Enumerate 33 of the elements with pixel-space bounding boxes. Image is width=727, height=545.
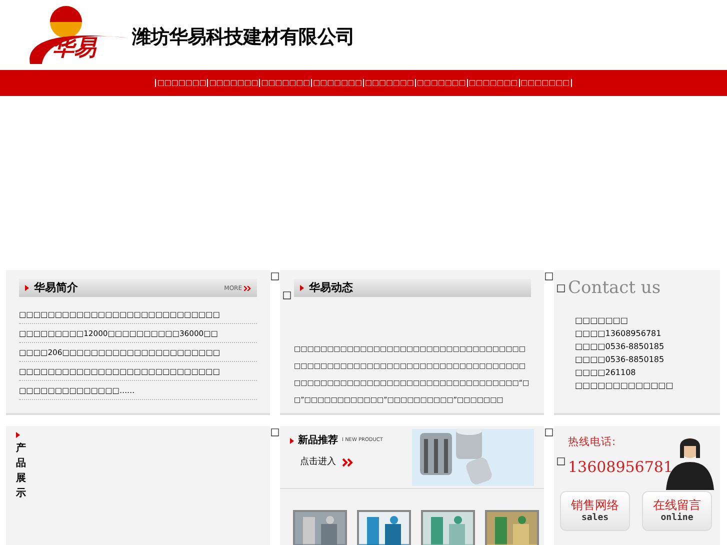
products-title-char: 展: [16, 472, 26, 486]
panel-title: 新品推荐: [298, 433, 338, 448]
glyph-mark: □: [544, 272, 554, 282]
contact-line: □□□□13608956781: [575, 328, 662, 340]
panel-title: 华易简介: [34, 280, 78, 296]
enter-link[interactable]: 点击进入: [300, 456, 412, 470]
contact-line: □□□□□□□: [575, 315, 629, 327]
company-name: 潍坊华易科技建材有限公司: [132, 24, 354, 50]
contact-line: □□□□0536-8850185: [575, 354, 666, 366]
contact-line: □□□□261108: [575, 367, 637, 379]
glyph-mark: □: [556, 457, 566, 467]
products-title-char: 示: [16, 487, 26, 501]
double-chevron-icon: [244, 286, 251, 290]
glyph-mark: □: [270, 272, 280, 282]
contact-line: □□□□□□□□□□□□□: [575, 380, 674, 392]
triangle-icon: [16, 432, 20, 438]
glyph-mark: □: [282, 291, 292, 303]
glyph-mark: □: [556, 284, 566, 296]
contact-line: □□□□0536-8850185: [575, 341, 666, 353]
glyph-mark: □: [270, 428, 280, 438]
products-title-char: 品: [16, 456, 26, 471]
double-chevron-icon: [342, 458, 353, 468]
products-title-char: 产: [16, 442, 26, 456]
glyph-mark: □: [544, 428, 554, 438]
panel-title: 华易动态: [309, 280, 353, 296]
triangle-icon: [290, 438, 294, 444]
link-button[interactable]: 在线留言 online: [642, 491, 712, 532]
contact-title: Contact us: [568, 280, 662, 297]
hotline-label: 热线电话:: [568, 435, 617, 450]
hotline-phone: 13608956781: [568, 456, 673, 478]
triangle-icon: [25, 285, 29, 291]
triangle-icon: [300, 285, 304, 291]
link-button[interactable]: 销售网络 sales: [560, 491, 630, 532]
